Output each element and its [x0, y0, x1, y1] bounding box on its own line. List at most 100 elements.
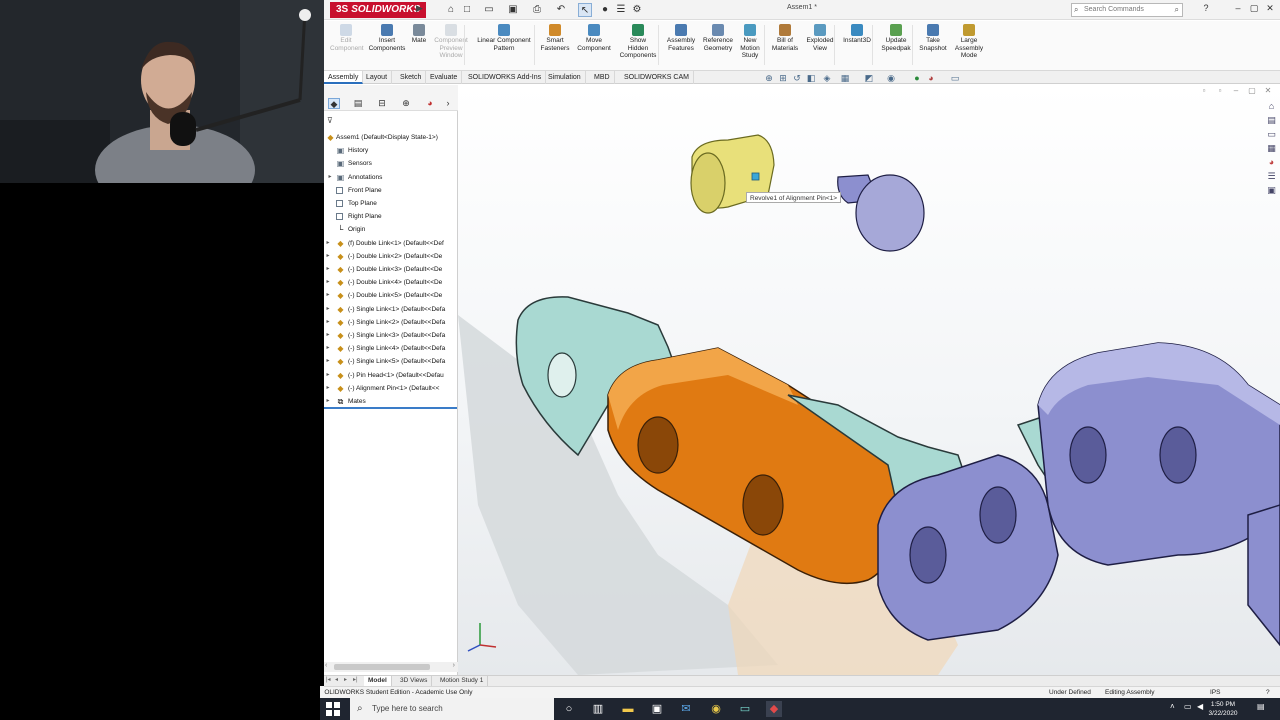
section-view-icon[interactable]: ◧: [806, 73, 816, 83]
bottom-tab-3d-views[interactable]: 3D Views: [396, 676, 433, 686]
tree-item-double-link-4-default-de[interactable]: ▸ ◆ (-) Double Link<4> (Default<<De: [324, 276, 458, 289]
viewport-close-icon[interactable]: ✕: [1262, 86, 1274, 95]
tab-scroll-next-icon[interactable]: ▸: [344, 676, 347, 683]
scroll-left-icon[interactable]: ‹: [325, 662, 327, 669]
selection-handle[interactable]: [751, 172, 760, 181]
display-manager-tab-icon[interactable]: ◕: [424, 98, 436, 109]
viewport-tile-icon[interactable]: ▫: [1198, 86, 1210, 95]
dynamic-annotation-icon[interactable]: ◈: [822, 73, 832, 83]
expand-arrow-icon[interactable]: ▸: [324, 342, 332, 355]
taskbar-clock[interactable]: 1:50 PM 3/22/2020: [1203, 700, 1243, 718]
search-commands-input[interactable]: ⌕ Search Commands ⌕: [1071, 3, 1183, 17]
taskbar-search-input[interactable]: ⌕ Type here to search: [350, 698, 554, 720]
panel-more-icon[interactable]: ›: [442, 98, 454, 109]
help-icon[interactable]: ?: [1200, 3, 1212, 13]
expand-arrow-icon[interactable]: ▸: [324, 303, 332, 316]
tree-item-sensors[interactable]: ▣ Sensors: [324, 157, 458, 170]
command-smart-fasteners-button[interactable]: Smart Fasteners: [540, 24, 570, 52]
tab-solidworks-cam[interactable]: SOLIDWORKS CAM: [620, 71, 694, 84]
filter-icon[interactable]: ⊽: [327, 116, 333, 125]
tab-evaluate[interactable]: Evaluate: [426, 71, 463, 84]
tab-scroll-last-icon[interactable]: ▸|: [353, 676, 358, 683]
tab-scroll-first-icon[interactable]: |◂: [326, 676, 331, 683]
command-move-component-button[interactable]: Move Component: [574, 24, 614, 52]
task-view-icon[interactable]: ▥: [590, 701, 606, 717]
tree-item-single-link-2-default-defa[interactable]: ▸ ◆ (-) Single Link<2> (Default<<Defa: [324, 316, 458, 329]
solidworks-taskbar-icon[interactable]: ◆: [766, 701, 782, 717]
command-take-snapshot-button[interactable]: Take Snapshot: [918, 24, 948, 52]
custom-properties-icon[interactable]: ☰: [1266, 171, 1277, 182]
viewport-minimize-icon[interactable]: –: [1230, 86, 1242, 95]
command-bill-of-materials-button[interactable]: Bill of Materials: [770, 24, 800, 52]
tree-item-double-link-5-default-de[interactable]: ▸ ◆ (-) Double Link<5> (Default<<De: [324, 289, 458, 302]
expand-arrow-icon[interactable]: ▸: [324, 276, 332, 289]
expand-arrow-icon[interactable]: ▸: [324, 237, 332, 250]
command-large-assembly-mode-button[interactable]: Large Assembly Mode: [952, 24, 986, 60]
cortana-icon[interactable]: ○: [561, 701, 577, 717]
mail-icon[interactable]: ✉: [678, 701, 694, 717]
tree-item-origin[interactable]: └ Origin: [324, 223, 458, 236]
scroll-right-icon[interactable]: ›: [453, 662, 455, 669]
feature-tree-tab-icon[interactable]: ◆: [328, 98, 340, 109]
tree-item-double-link-3-default-de[interactable]: ▸ ◆ (-) Double Link<3> (Default<<De: [324, 263, 458, 276]
command-component-preview-window-button[interactable]: Component Preview Window: [430, 24, 472, 60]
command-show-hidden-components-button[interactable]: Show Hidden Components: [618, 24, 658, 60]
command-insert-components-button[interactable]: Insert Components: [366, 24, 408, 52]
configuration-manager-tab-icon[interactable]: ⊟: [376, 98, 388, 109]
tree-item-annotations[interactable]: ▸ ▣ Annotations: [324, 171, 458, 184]
bottom-tab-motion-study-1[interactable]: Motion Study 1: [436, 676, 489, 686]
status-help-icon[interactable]: ?: [1266, 687, 1270, 698]
remote-desktop-icon[interactable]: ▭: [737, 701, 753, 717]
viewport-split-icon[interactable]: ▫: [1214, 86, 1226, 95]
command-edit-component-button[interactable]: Edit Component: [330, 24, 364, 52]
display-style-icon[interactable]: ◩: [864, 73, 874, 83]
tree-item-single-link-3-default-defa[interactable]: ▸ ◆ (-) Single Link<3> (Default<<Defa: [324, 329, 458, 342]
tab-assembly[interactable]: Assembly: [324, 71, 364, 84]
zoom-area-icon[interactable]: ⊞: [778, 73, 788, 83]
tree-item-single-link-5-default-defa[interactable]: ▸ ◆ (-) Single Link<5> (Default<<Defa: [324, 355, 458, 368]
tree-item-alignment-pin-1-default[interactable]: ▸ ◆ (-) Alignment Pin<1> (Default<<: [324, 382, 458, 395]
edit-appearance-icon[interactable]: ●: [912, 73, 922, 83]
expand-arrow-icon[interactable]: ▸: [324, 355, 332, 368]
file-explorer-taskbar-icon[interactable]: ▬: [620, 701, 636, 717]
design-library-icon[interactable]: ▤: [1266, 115, 1277, 126]
expand-arrow-icon[interactable]: ▸: [324, 369, 332, 382]
apply-scene-icon[interactable]: ◕: [926, 73, 936, 83]
viewport-restore-icon[interactable]: ▢: [1246, 86, 1258, 95]
tree-item-f-double-link-1-default-def[interactable]: ▸ ◆ (f) Double Link<1> (Default<<Def: [324, 237, 458, 250]
view-palette-icon[interactable]: ▦: [1266, 143, 1277, 154]
zoom-to-fit-icon[interactable]: ⊕: [764, 73, 774, 83]
minimize-icon[interactable]: –: [1232, 3, 1244, 13]
tree-item-history[interactable]: ▣ History: [324, 144, 458, 157]
double-link-purple-3[interactable]: [1247, 504, 1280, 647]
expand-arrow-icon[interactable]: ▸: [324, 250, 332, 263]
appearances-icon[interactable]: ◕: [1266, 157, 1277, 168]
tree-item-right-plane[interactable]: Right Plane: [324, 210, 458, 223]
hide-show-items-icon[interactable]: ◉: [886, 73, 896, 83]
windows-start-icon[interactable]: [326, 702, 340, 716]
graphics-area[interactable]: Revolve1 of Alignment Pin<1> ▫ ▫ – ▢ ✕ ⌂…: [458, 85, 1280, 675]
scroll-thumb[interactable]: [334, 664, 430, 670]
bottom-tab-model[interactable]: Model: [364, 676, 392, 686]
tab-solidworks-add-ins[interactable]: SOLIDWORKS Add-Ins: [464, 71, 547, 84]
notifications-icon[interactable]: ▤: [1257, 702, 1265, 711]
dimxpert-tab-icon[interactable]: ⊕: [400, 98, 412, 109]
solidworks-resources-icon[interactable]: ⌂: [1266, 101, 1277, 112]
command-instant3d-button[interactable]: Instant3D: [840, 24, 874, 45]
restore-icon[interactable]: ▢: [1248, 3, 1260, 14]
close-icon[interactable]: ✕: [1264, 3, 1276, 14]
view-settings-icon[interactable]: ▭: [950, 73, 960, 83]
tab-sketch[interactable]: Sketch: [396, 71, 427, 84]
command-assembly-features-button[interactable]: Assembly Features: [664, 24, 698, 52]
tab-simulation[interactable]: Simulation: [544, 71, 586, 84]
file-explorer-icon[interactable]: ▭: [1266, 129, 1277, 140]
command-new-motion-study-button[interactable]: New Motion Study: [738, 24, 762, 60]
expand-arrow-icon[interactable]: ▸: [324, 382, 332, 395]
expand-arrow-icon[interactable]: ▸: [324, 329, 332, 342]
assembly-model-view[interactable]: [458, 85, 1280, 675]
tree-item-front-plane[interactable]: Front Plane: [324, 184, 458, 197]
property-manager-tab-icon[interactable]: ▤: [352, 98, 364, 109]
forum-icon[interactable]: ▣: [1266, 185, 1277, 196]
tree-horizontal-scrollbar[interactable]: ‹ ›: [324, 662, 458, 672]
tree-item-single-link-4-default-defa[interactable]: ▸ ◆ (-) Single Link<4> (Default<<Defa: [324, 342, 458, 355]
